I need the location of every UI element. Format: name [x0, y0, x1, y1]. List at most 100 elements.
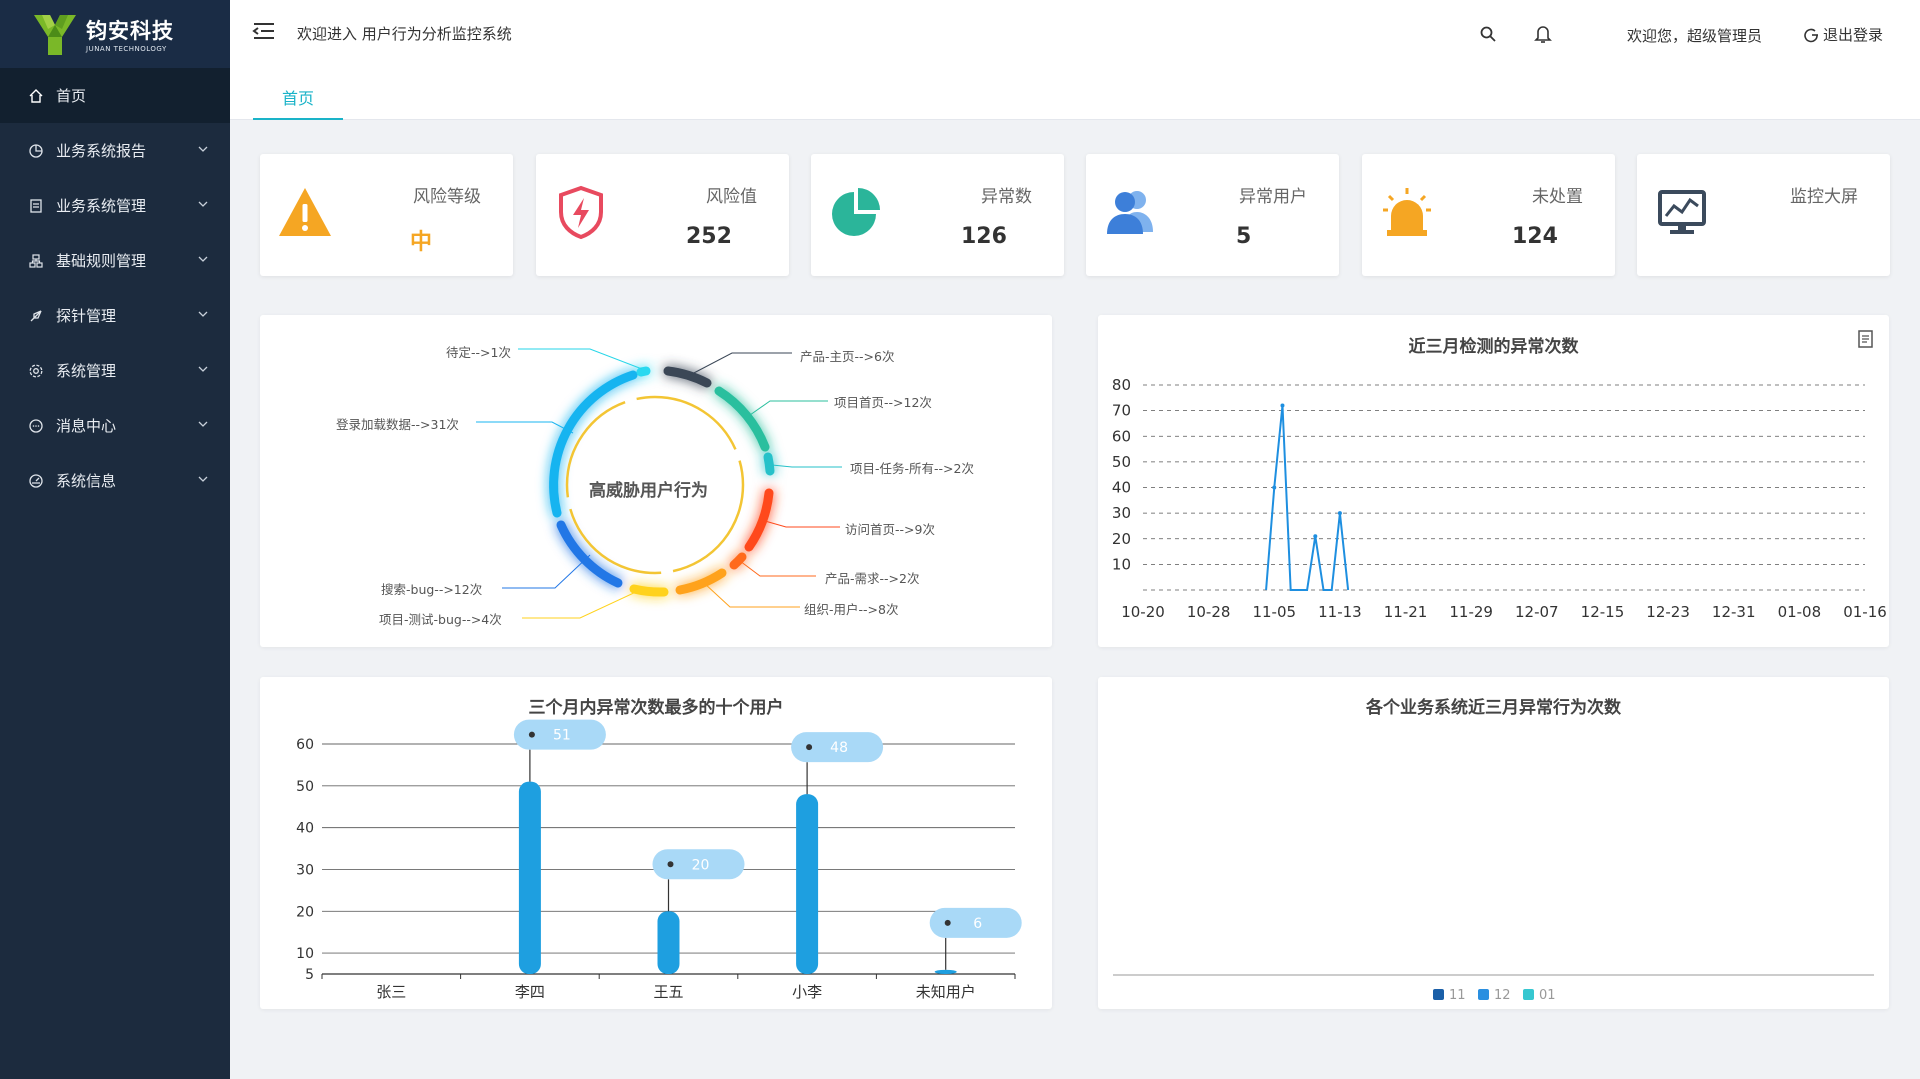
bar	[934, 969, 957, 974]
x-tick-label: 11-21	[1384, 603, 1428, 621]
x-tick-label: 12-31	[1712, 603, 1756, 621]
legend-swatch	[1478, 989, 1489, 1000]
stat-value: 252	[686, 224, 732, 249]
x-tick-label: 11-05	[1252, 603, 1296, 621]
business-system-panel: 各个业务系统近三月异常行为次数 11 12 01	[1098, 677, 1889, 1009]
y-tick-label: 80	[1112, 376, 1131, 394]
stat-label: 未处置	[1532, 187, 1583, 207]
chevron-down-icon	[198, 366, 208, 372]
leader-line-project-home	[749, 400, 828, 416]
top-users-panel: 三个月内异常次数最多的十个用户 5 10 20 30 40 50 60 张三 李四 51 王五 20 小…	[260, 677, 1052, 1009]
bubble-dot	[806, 744, 813, 751]
sitemap-icon	[28, 253, 44, 269]
menu-toggle-icon[interactable]	[252, 20, 276, 42]
bubble-dot	[528, 731, 535, 738]
y-tick-label: 70	[1112, 402, 1131, 420]
brand-name: 钧安科技	[86, 19, 174, 43]
legend-swatch	[1523, 989, 1534, 1000]
sidebar-item-messages[interactable]: 消息中心	[0, 398, 230, 453]
legend-swatch	[1433, 989, 1444, 1000]
bell-icon[interactable]	[1534, 24, 1552, 44]
data-point	[1280, 403, 1285, 408]
leader-line-product-demand	[739, 560, 816, 577]
ring-annotation: 待定-->1次	[446, 345, 511, 360]
bar-value-label: 20	[692, 857, 710, 873]
data-view-icon[interactable]	[1857, 329, 1875, 349]
chevron-down-icon	[198, 476, 208, 482]
anomaly-trend-panel: 近三月检测的异常次数 10 20 30 40 50 60 70 80 10-20 10-28 11-…	[1098, 315, 1889, 647]
stat-card-risk-level[interactable]: 风险等级 中	[260, 154, 513, 276]
stat-value: 124	[1512, 224, 1558, 249]
x-tick-label: 12-15	[1581, 603, 1625, 621]
ring-annotation: 登录加载数据-->31次	[336, 417, 459, 432]
sidebar-item-label: 基础规则管理	[56, 252, 147, 270]
legend-label: 12	[1494, 988, 1511, 1003]
sidebar-item-settings[interactable]: 系统管理	[0, 343, 230, 398]
stat-label: 异常数	[981, 187, 1032, 207]
stat-value: 中	[410, 230, 433, 255]
brand-name-en: JUNAN TECHNOLOGY	[86, 45, 167, 53]
legend-label: 01	[1539, 988, 1556, 1003]
message-icon	[28, 418, 44, 434]
sidebar-item-system-info[interactable]: 系统信息	[0, 453, 230, 508]
home-icon	[28, 88, 44, 104]
bar	[518, 781, 541, 974]
leader-line-test-bug	[522, 590, 639, 619]
x-tick-label: 小李	[792, 983, 822, 1001]
sidebar-item-rule-manage[interactable]: 基础规则管理	[0, 233, 230, 288]
y-tick-label: 60	[1112, 427, 1131, 445]
user-greeting[interactable]: 欢迎您，超级管理员	[1627, 25, 1762, 46]
x-tick-label: 01-16	[1843, 603, 1887, 621]
users-icon	[1107, 191, 1153, 234]
ring-annotation: 组织-用户-->8次	[804, 602, 899, 617]
sidebar-item-label: 消息中心	[56, 417, 117, 435]
brand-logo[interactable]: 钧安科技 JUNAN TECHNOLOGY	[0, 0, 230, 68]
chart-title: 三个月内异常次数最多的十个用户	[528, 698, 784, 718]
sidebar-item-home[interactable]: 首页	[0, 68, 230, 123]
sidebar-menu: 首页 业务系统报告 业务系统管理 基础规则管理 探针管理 系统管理 消息中心 系…	[0, 68, 230, 508]
shield-lightning-icon	[559, 185, 603, 240]
dashboard-icon	[28, 473, 44, 489]
chevron-down-icon	[198, 311, 208, 317]
threat-behavior-panel: 高威胁用户行为 待定-->1次 产品-主页-->6次 项目首页-->12次 登录…	[260, 315, 1052, 647]
logo-mark-icon	[34, 15, 76, 55]
pie-icon	[28, 143, 44, 159]
bar-value-label: 51	[553, 728, 571, 744]
sidebar: 钧安科技 JUNAN TECHNOLOGY 首页 业务系统报告 业务系统管理 基…	[0, 0, 230, 1079]
logout-button[interactable]: 退出登录	[1804, 24, 1883, 45]
sidebar-item-system-report[interactable]: 业务系统报告	[0, 123, 230, 178]
stat-card-unhandled[interactable]: 未处置 124	[1362, 154, 1615, 276]
stat-card-anomaly-count[interactable]: 异常数 126	[811, 154, 1064, 276]
x-tick-label: 11-13	[1318, 603, 1362, 621]
ring-annotation: 项目-测试-bug-->4次	[379, 612, 502, 627]
data-point	[1313, 534, 1318, 539]
ring-segment-project-home	[714, 386, 770, 452]
ring-segment-org-user	[675, 568, 727, 595]
stat-label: 风险值	[706, 187, 757, 207]
ring-segment-test-bug	[629, 584, 669, 597]
search-icon[interactable]	[1479, 25, 1497, 43]
sidebar-item-probe-manage[interactable]: 探针管理	[0, 288, 230, 343]
tab-bar: 首页	[230, 68, 1920, 120]
top-users-bar-chart: 5 10 20 30 40 50 60 张三 李四 51 王五 20 小李 48 未知用户 6	[296, 719, 1022, 1001]
business-system-chart: 11 12 01	[1113, 974, 1874, 1003]
leader-line-product-home	[689, 352, 792, 376]
ring-annotation: 访问首页-->9次	[845, 522, 935, 537]
gear-icon	[28, 363, 44, 379]
warning-icon	[279, 188, 331, 236]
tab-home[interactable]: 首页	[253, 82, 343, 120]
bar-value-label: 48	[830, 740, 848, 756]
leader-line-login-load	[476, 421, 574, 434]
x-tick-label: 10-20	[1121, 603, 1165, 621]
leader-line-visit-home	[764, 520, 840, 528]
stat-card-monitor-screen[interactable]: 监控大屏	[1637, 154, 1890, 276]
x-tick-label: 12-23	[1646, 603, 1690, 621]
y-tick-label: 30	[296, 862, 314, 878]
stat-card-anomaly-users[interactable]: 异常用户 5	[1086, 154, 1339, 276]
sidebar-item-system-manage[interactable]: 业务系统管理	[0, 178, 230, 233]
ring-center-label: 高威胁用户行为	[589, 481, 708, 501]
stat-card-risk-value[interactable]: 风险值 252	[536, 154, 789, 276]
chart-title: 近三月检测的异常次数	[1408, 337, 1579, 357]
monitor-icon	[1658, 190, 1706, 234]
doc-icon	[28, 198, 44, 214]
